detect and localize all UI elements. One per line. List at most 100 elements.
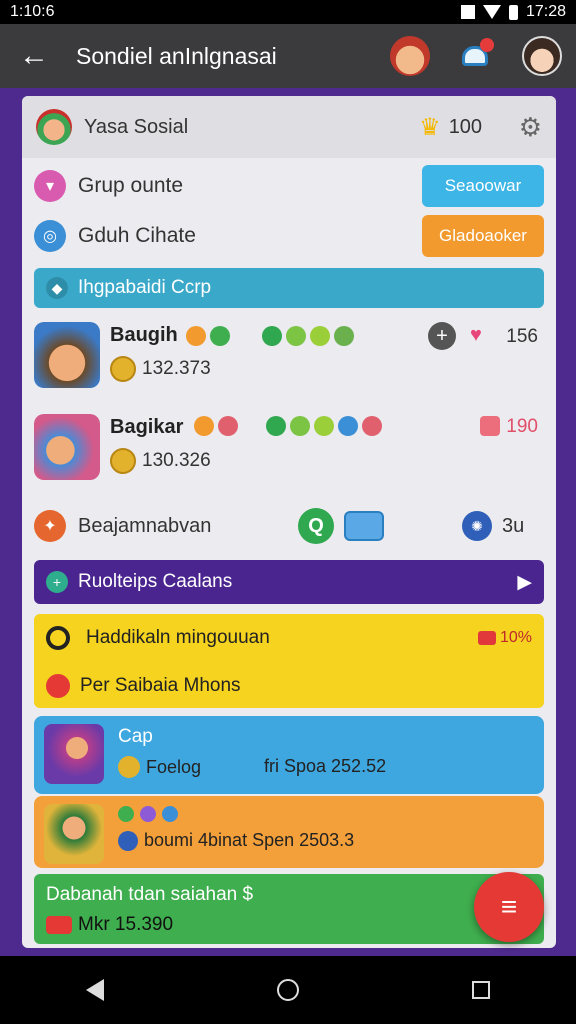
badge-icon <box>162 806 178 822</box>
quick-label: Beajamnabvan <box>78 514 212 537</box>
badge-icon <box>118 806 134 822</box>
card-header: Yasa Sosial ♛ 100 ⚙ <box>22 96 556 158</box>
user-avatar[interactable] <box>522 36 562 76</box>
leaf-icon: ✦ <box>34 510 66 542</box>
mail-icon[interactable] <box>344 511 384 541</box>
group-icon: ▾ <box>34 170 66 202</box>
settings-badge-icon[interactable]: ✺ <box>462 511 492 541</box>
status-icons: 17:28 <box>460 3 566 21</box>
status-time-right: 17:28 <box>525 3 566 20</box>
badge-icon <box>338 416 358 436</box>
green-title: Dabanah tdan saiahan $ <box>46 884 254 905</box>
player-badges-2 <box>262 326 354 346</box>
status-time-left: 1:10:6 <box>10 3 55 20</box>
nav-home-icon[interactable] <box>276 979 299 1001</box>
app-title: Sondiel anInlgnasai <box>76 42 277 69</box>
promo-title: Cap <box>118 726 153 747</box>
discount-icon <box>477 631 496 645</box>
nav-recents-icon[interactable] <box>471 981 490 999</box>
heart-icon: ♥ <box>470 324 482 346</box>
yellow-subtitle: Per Saibaia Mhons <box>80 675 241 696</box>
vibrate-icon <box>460 5 475 19</box>
back-arrow-icon[interactable]: ← <box>14 36 54 76</box>
battery-icon <box>508 4 518 20</box>
gear-icon[interactable]: ⚙ <box>519 112 542 143</box>
group-name: Yasa Sosial <box>84 115 189 138</box>
group-logo <box>36 109 72 145</box>
section-bar-label: Ihgpabaidi Ccrp <box>78 277 212 298</box>
chat-icon: ◎ <box>34 220 66 252</box>
yellow-row-2: Per Saibaia Mhons <box>46 674 532 698</box>
quick-value: 3u <box>502 514 525 537</box>
option-row-group: ▾ Grup ounte Seaoowar <box>34 164 544 208</box>
green-value: Mkr 15.390 <box>78 914 174 935</box>
badge-icon <box>194 416 214 436</box>
ticket-icon <box>46 916 72 934</box>
badge-icon <box>362 416 382 436</box>
player-badges <box>194 416 238 436</box>
badge-icon <box>210 326 230 346</box>
nav-bar <box>0 956 576 1024</box>
player-row[interactable]: Bagikar 130.326 190 <box>34 414 544 486</box>
green-line: Mkr 15.390 <box>46 914 173 936</box>
promo-image <box>44 804 104 864</box>
player-badges <box>186 326 230 346</box>
notification-dot <box>480 38 494 52</box>
player-name: Bagikar <box>110 416 184 438</box>
badge-icon <box>218 416 238 436</box>
player-avatar <box>34 322 100 388</box>
player-points: 132.373 <box>142 358 211 379</box>
yellow-row-1: Haddikaln mingouuan 10% <box>46 626 532 650</box>
yellow-badge: 10% <box>499 629 532 646</box>
promo-detail: fri Spoa 252.52 <box>264 756 387 776</box>
wifi-icon <box>482 5 501 19</box>
join-button[interactable]: Gladoaoker <box>422 215 544 257</box>
badge-icon <box>262 326 282 346</box>
player-points: 130.326 <box>142 450 211 471</box>
add-icon[interactable]: + <box>428 322 456 350</box>
crown-icon: ♛ <box>419 113 441 141</box>
yellow-panel[interactable]: Haddikaln mingouuan 10% Per Saibaia Mhon… <box>34 614 544 708</box>
plus-red-icon <box>46 674 70 698</box>
status-bar: 1:10:6 17:28 <box>0 0 576 24</box>
coin-icon <box>110 448 136 474</box>
promo-subtitle: Foelog <box>146 756 202 777</box>
purple-bar[interactable]: + Ruolteips Caalans ▶ <box>34 560 544 604</box>
nav-back-icon[interactable] <box>86 979 105 1001</box>
gift-icon <box>480 416 500 436</box>
promo-card[interactable]: Cap Foelog fri Spoa 252.52 <box>34 716 544 794</box>
green-panel[interactable]: Dabanah tdan saiahan $ Mkr 15.390 <box>34 874 544 944</box>
player-row[interactable]: Baugih 132.373 + ♥ 156 <box>34 322 544 394</box>
option-label: Grup ounte <box>78 174 184 197</box>
chevron-right-icon: ▶ <box>517 571 532 593</box>
player-score: 190 <box>506 416 538 437</box>
badge-icon <box>266 416 286 436</box>
promo-badges <box>118 806 184 822</box>
info-icon <box>118 830 138 851</box>
main-card: Yasa Sosial ♛ 100 ⚙ ▾ Grup ounte Seaoowa… <box>22 96 556 948</box>
crown-count: 100 <box>448 115 483 138</box>
badge-icon <box>186 326 206 346</box>
player-badges-2 <box>266 416 382 436</box>
character-avatar-icon[interactable] <box>390 36 430 76</box>
promo-detail: boumi 4binat Spen 2503.3 <box>144 830 355 850</box>
option-label: Gduh Cihate <box>78 224 196 247</box>
badge-icon <box>286 326 306 346</box>
promo-card[interactable]: boumi 4binat Spen 2503.3 <box>34 796 544 868</box>
promo-line: Foelog <box>118 756 201 778</box>
timer-icon <box>46 626 70 650</box>
section-bar[interactable]: ◆ Ihgpabaidi Ccrp <box>34 268 544 308</box>
appbar-actions <box>390 36 562 76</box>
promo-line: boumi 4binat Spen 2503.3 <box>118 830 354 851</box>
player-avatar <box>34 414 100 480</box>
q-button-icon[interactable]: Q <box>298 508 334 544</box>
menu-fab-icon[interactable]: ≡ <box>474 872 544 942</box>
badge-icon <box>310 326 330 346</box>
coin-icon <box>118 756 140 778</box>
notification-cloud-icon[interactable] <box>456 36 496 76</box>
quick-actions-row: ✦ Beajamnabvan Q ✺ 3u <box>34 506 544 546</box>
search-button[interactable]: Seaoowar <box>422 165 544 207</box>
player-name: Baugih <box>110 324 178 346</box>
promo-image <box>44 724 104 784</box>
app-bar: ← Sondiel anInlgnasai <box>0 24 576 88</box>
